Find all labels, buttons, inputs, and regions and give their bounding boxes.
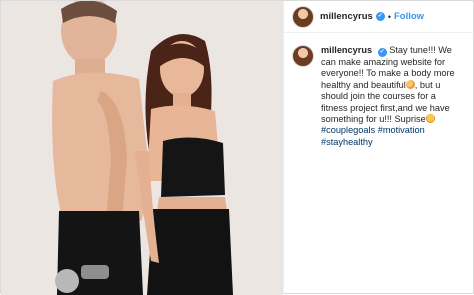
post-header: millencyrus ✓ • Follow <box>284 1 473 33</box>
verified-badge-icon: ✓ <box>375 12 385 21</box>
caption-avatar[interactable] <box>292 45 314 67</box>
post-sidebar: millencyrus ✓ • Follow millencyrus ✓ Sta… <box>283 1 473 293</box>
couple-photo-illustration <box>1 1 283 295</box>
caption-comment: millencyrus ✓ Stay tune!!! We can make a… <box>284 33 473 148</box>
follow-button[interactable]: Follow <box>394 11 424 22</box>
facepalm-emoji-icon <box>405 79 415 89</box>
heart-eyes-emoji-icon <box>425 114 435 124</box>
hashtag-couplegoals[interactable]: #couplegoals <box>321 125 375 135</box>
caption-username[interactable]: millencyrus <box>321 45 372 55</box>
post-photo[interactable] <box>1 1 283 295</box>
hashtag-motivation[interactable]: #motivation <box>378 125 425 135</box>
hashtag-stayhealthy[interactable]: #stayhealthy <box>321 137 373 147</box>
header-username[interactable]: millencyrus <box>320 11 373 22</box>
verified-badge-icon: ✓ <box>377 48 387 57</box>
caption-text: millencyrus ✓ Stay tune!!! We can make a… <box>321 45 465 148</box>
avatar[interactable] <box>292 5 314 28</box>
instagram-post: millencyrus ✓ • Follow millencyrus ✓ Sta… <box>0 0 474 295</box>
separator-dot: • <box>387 11 391 22</box>
